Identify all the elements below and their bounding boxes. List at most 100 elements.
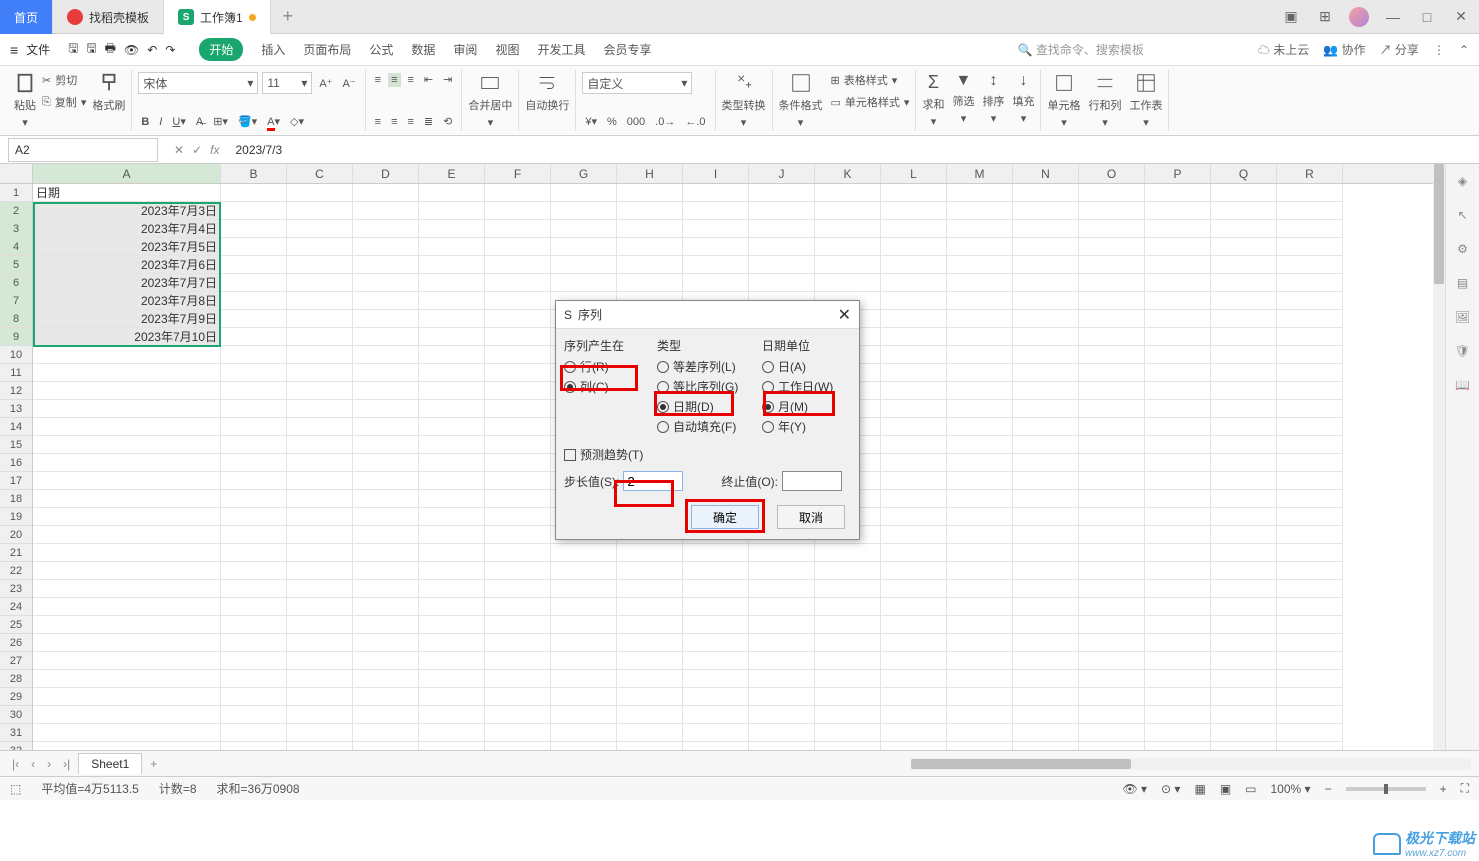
cell[interactable] [1145, 364, 1211, 382]
filter-button[interactable]: ▼筛选▾ [952, 72, 974, 128]
italic-icon[interactable]: I [156, 115, 165, 129]
menu-review[interactable]: 审阅 [453, 41, 477, 58]
cell[interactable] [1013, 220, 1079, 238]
name-box[interactable]: A2 [8, 138, 158, 162]
menu-view[interactable]: 视图 [495, 41, 519, 58]
underline-icon[interactable]: U▾ [169, 114, 188, 129]
cell[interactable] [551, 670, 617, 688]
side-tool-icon[interactable]: ◈ [1458, 174, 1467, 188]
cell[interactable] [749, 634, 815, 652]
cell[interactable] [683, 220, 749, 238]
layout-icon[interactable]: ▣ [1281, 8, 1301, 25]
cell[interactable] [419, 184, 485, 202]
cell[interactable] [353, 580, 419, 598]
cell[interactable]: 2023年7月8日 [33, 292, 221, 310]
cell[interactable] [947, 274, 1013, 292]
cell[interactable] [1211, 292, 1277, 310]
cell[interactable] [947, 580, 1013, 598]
cell[interactable] [1277, 274, 1343, 292]
cell[interactable] [1211, 238, 1277, 256]
cell[interactable] [1013, 562, 1079, 580]
cell[interactable] [947, 346, 1013, 364]
avatar[interactable] [1349, 7, 1369, 27]
cell[interactable] [947, 436, 1013, 454]
cell[interactable] [881, 256, 947, 274]
cell[interactable] [1013, 742, 1079, 750]
cell[interactable] [551, 742, 617, 750]
row-head-6[interactable]: 6 [0, 274, 32, 292]
cell[interactable] [947, 508, 1013, 526]
align-right-icon[interactable]: ≡ [405, 115, 417, 129]
cell[interactable] [1079, 544, 1145, 562]
cell[interactable] [947, 742, 1013, 750]
cell[interactable] [947, 364, 1013, 382]
cell[interactable] [1211, 688, 1277, 706]
cell[interactable] [1013, 544, 1079, 562]
col-head-G[interactable]: G [551, 164, 617, 183]
cell[interactable] [419, 688, 485, 706]
cell[interactable] [1013, 400, 1079, 418]
cell[interactable] [287, 238, 353, 256]
cell[interactable] [1079, 724, 1145, 742]
cell[interactable] [1277, 598, 1343, 616]
cell[interactable] [419, 220, 485, 238]
cell[interactable] [617, 634, 683, 652]
cell[interactable] [815, 544, 881, 562]
cell[interactable] [287, 184, 353, 202]
cell[interactable] [485, 364, 551, 382]
cell[interactable] [1079, 310, 1145, 328]
cell[interactable] [1211, 526, 1277, 544]
cell[interactable] [815, 670, 881, 688]
wrap-button[interactable]: 自动换行 [525, 72, 569, 113]
cell[interactable] [881, 454, 947, 472]
cell[interactable] [221, 598, 287, 616]
cell[interactable] [1145, 310, 1211, 328]
cell[interactable] [749, 562, 815, 580]
cell[interactable] [33, 742, 221, 750]
cell[interactable] [1079, 256, 1145, 274]
cell[interactable] [1145, 490, 1211, 508]
cell[interactable] [485, 490, 551, 508]
cell[interactable] [947, 652, 1013, 670]
cell[interactable] [221, 256, 287, 274]
cell[interactable] [1079, 436, 1145, 454]
fullscreen-icon[interactable]: ⛶ [1461, 781, 1469, 796]
sheet-nav-last[interactable]: ›| [59, 757, 74, 771]
col-head-P[interactable]: P [1145, 164, 1211, 183]
cell[interactable] [485, 706, 551, 724]
cell[interactable] [1079, 688, 1145, 706]
decrease-font-icon[interactable]: A⁻ [340, 76, 359, 91]
cell[interactable] [419, 742, 485, 750]
cell[interactable] [1145, 508, 1211, 526]
cell[interactable] [1145, 382, 1211, 400]
cell[interactable] [485, 616, 551, 634]
cell[interactable] [1211, 328, 1277, 346]
row-head-26[interactable]: 26 [0, 634, 32, 652]
cell[interactable] [353, 328, 419, 346]
cell[interactable] [221, 652, 287, 670]
save-icon[interactable]: 🖫 [68, 39, 78, 60]
cell[interactable] [1277, 490, 1343, 508]
cell[interactable] [33, 418, 221, 436]
align-middle-icon[interactable]: ≡ [388, 73, 400, 87]
cell[interactable] [485, 274, 551, 292]
cell[interactable] [683, 688, 749, 706]
cell[interactable] [551, 544, 617, 562]
cell[interactable] [287, 544, 353, 562]
cell[interactable] [815, 562, 881, 580]
cell[interactable] [33, 490, 221, 508]
row-head-4[interactable]: 4 [0, 238, 32, 256]
cell[interactable] [1211, 490, 1277, 508]
cell[interactable] [353, 508, 419, 526]
cell[interactable]: 2023年7月4日 [33, 220, 221, 238]
row-head-23[interactable]: 23 [0, 580, 32, 598]
cell[interactable] [419, 238, 485, 256]
cell[interactable] [551, 598, 617, 616]
strike-icon[interactable]: A̶ [193, 115, 206, 129]
cell[interactable] [1277, 544, 1343, 562]
cell[interactable] [1013, 472, 1079, 490]
cell[interactable] [1145, 256, 1211, 274]
cell[interactable] [1277, 400, 1343, 418]
row-head-29[interactable]: 29 [0, 688, 32, 706]
cell[interactable] [1211, 706, 1277, 724]
